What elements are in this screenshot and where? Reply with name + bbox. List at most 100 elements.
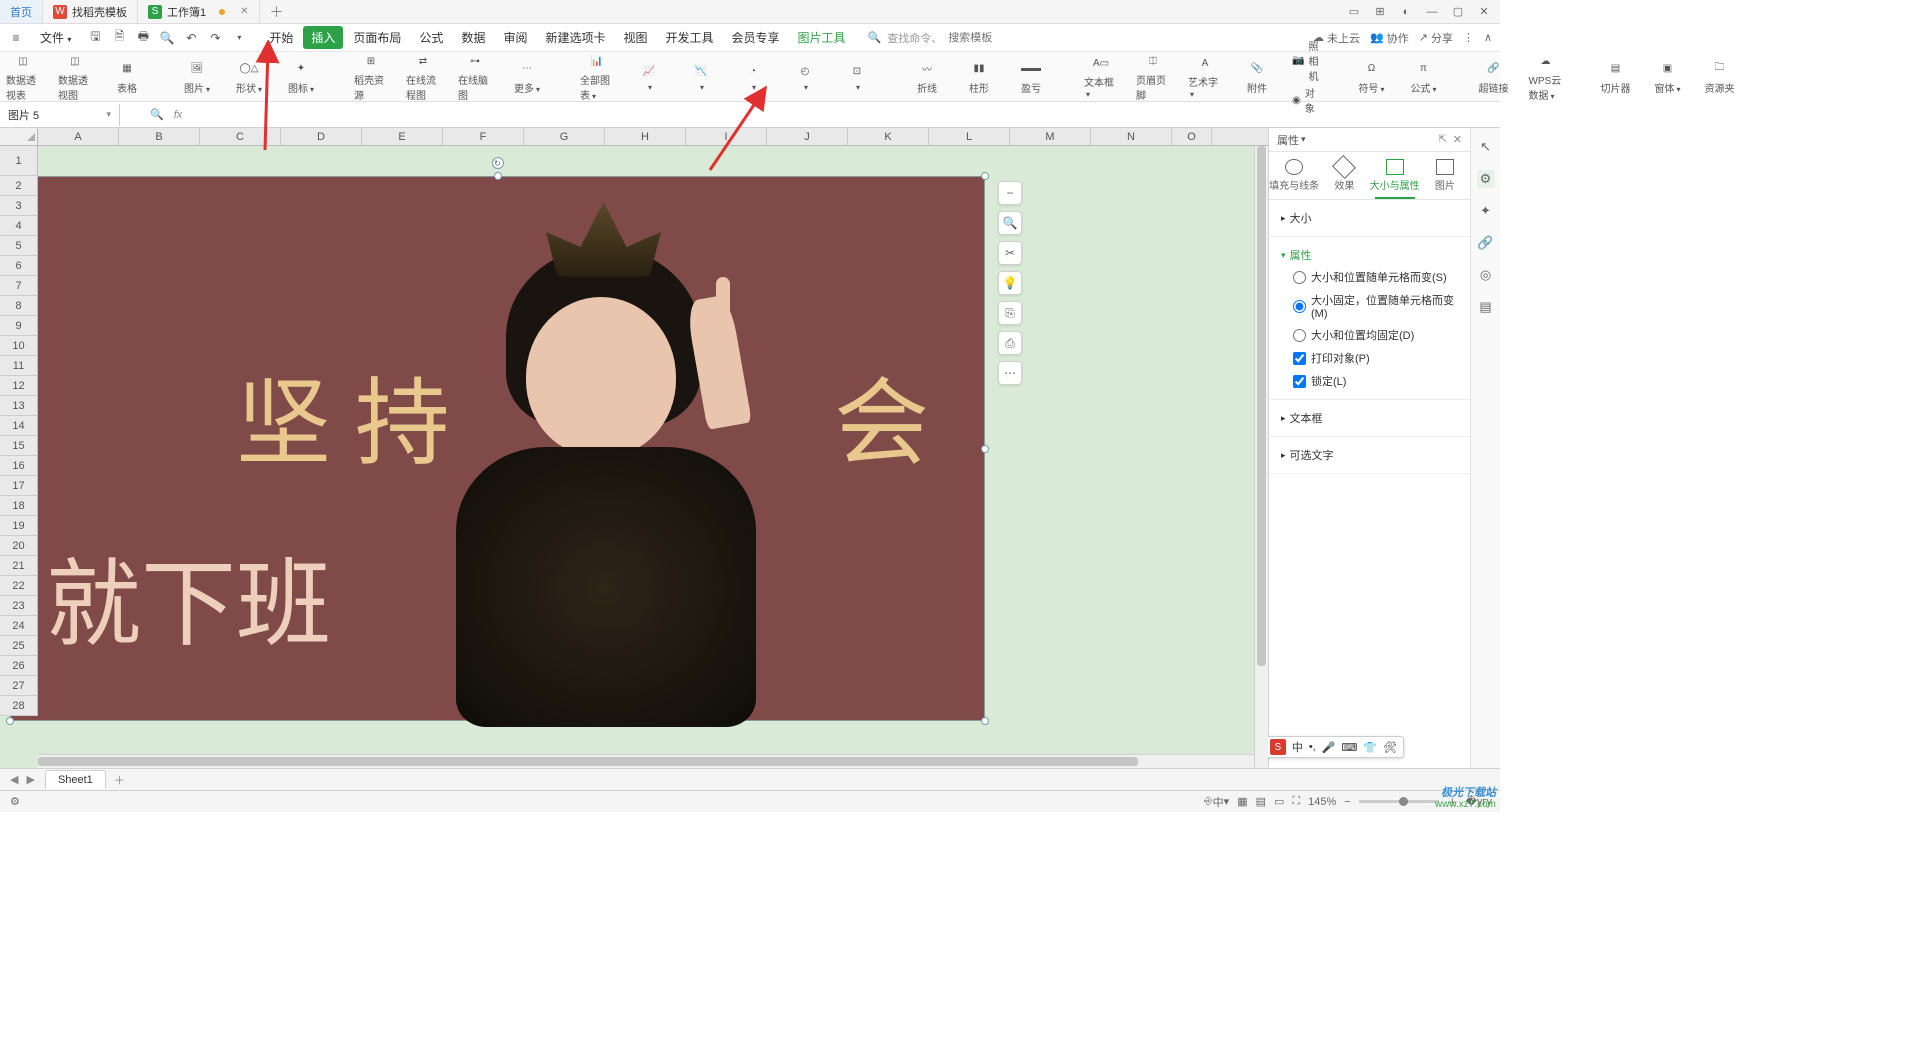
chk-print[interactable]: 打印对象(P)	[1293, 350, 1458, 366]
row-header[interactable]: 7	[0, 276, 37, 296]
panel-close-icon[interactable]: ✕	[1453, 133, 1462, 146]
view-reading-icon[interactable]: ▭	[1274, 795, 1284, 808]
row-header[interactable]: 5	[0, 236, 37, 256]
row-header[interactable]: 18	[0, 496, 37, 516]
tab-size-props[interactable]: 大小与属性	[1370, 152, 1420, 199]
section-textbox[interactable]: ▸文本框	[1269, 400, 1470, 437]
section-props-header[interactable]: ▾属性	[1281, 247, 1458, 263]
ribbon-flowchart[interactable]: ⇄在线流程图	[406, 51, 440, 102]
tab-effects[interactable]: 效果	[1319, 152, 1369, 199]
ime-indicator[interactable]: ⎆ 中 ▾	[1204, 794, 1229, 810]
menu-data[interactable]: 数据	[453, 26, 493, 49]
row-header[interactable]: 4	[0, 216, 37, 236]
float-more-icon[interactable]: ⋯	[998, 361, 1022, 385]
tab-workbook[interactable]: S 工作簿1 ✕	[138, 0, 260, 23]
add-sheet-icon[interactable]: ＋	[106, 772, 133, 788]
settings-tool-icon[interactable]: ⚙	[1477, 170, 1495, 188]
ribbon-sparkline-winloss[interactable]: ▬▬盈亏	[1014, 59, 1048, 95]
qat-dropdown-icon[interactable]: ▾	[231, 30, 247, 46]
col-header[interactable]: L	[929, 128, 1010, 145]
section-alttext[interactable]: ▸可选文字	[1269, 437, 1470, 474]
row-header[interactable]: 17	[0, 476, 37, 496]
ribbon-hyperlink[interactable]: 🔗超链接	[1476, 59, 1510, 95]
sheet-nav-next[interactable]: ▶	[22, 773, 38, 786]
ribbon-wordart[interactable]: A艺术字▾	[1188, 53, 1222, 100]
resize-handle[interactable]	[981, 445, 989, 453]
user-icon[interactable]: ◐	[1396, 2, 1416, 22]
resize-handle[interactable]	[981, 717, 989, 725]
ribbon-chart4[interactable]: ◴▾	[788, 62, 822, 92]
ribbon-table[interactable]: ▦表格	[110, 59, 144, 95]
select-tool-icon[interactable]: ↖	[1477, 138, 1495, 156]
col-header[interactable]: D	[281, 128, 362, 145]
col-header[interactable]: O	[1172, 128, 1212, 145]
col-header[interactable]: N	[1091, 128, 1172, 145]
sheet-area[interactable]: A B C D E F G H I J K L M N O 1 2 3 4 5 …	[0, 128, 1268, 768]
float-export-icon[interactable]: ⎙	[998, 331, 1022, 355]
resize-handle[interactable]	[6, 717, 14, 725]
ribbon-chart2[interactable]: 📉▾	[684, 62, 718, 92]
menu-newtab[interactable]: 新建选项卡	[537, 26, 613, 49]
ribbon-chart1[interactable]: 📈▾	[632, 62, 666, 92]
sheet-nav-prev[interactable]: ◀	[6, 773, 22, 786]
menu-layout[interactable]: 页面布局	[345, 26, 409, 49]
opt-move-only[interactable]: 大小固定，位置随单元格而变(M)	[1293, 292, 1458, 320]
saveas-icon[interactable]: 🗎	[111, 30, 127, 46]
row-header[interactable]: 3	[0, 196, 37, 216]
file-menu[interactable]: 文件 ▾	[32, 26, 79, 49]
row-header[interactable]: 9	[0, 316, 37, 336]
ribbon-chart3[interactable]: ◔▾	[736, 62, 770, 92]
ime-skin-icon[interactable]: 👕	[1363, 741, 1377, 754]
row-header[interactable]: 20	[0, 536, 37, 556]
row-header[interactable]: 10	[0, 336, 37, 356]
menu-icon[interactable]: ≡	[8, 30, 24, 46]
menu-dev[interactable]: 开发工具	[658, 26, 722, 49]
ribbon-camera[interactable]: 📷照相机	[1292, 38, 1318, 83]
float-crop-icon[interactable]: ✂	[998, 241, 1022, 265]
more-icon[interactable]: ⋮	[1463, 31, 1474, 44]
col-header[interactable]: I	[686, 128, 767, 145]
chk-lock[interactable]: 锁定(L)	[1293, 373, 1458, 389]
status-settings-icon[interactable]: ⚙	[10, 795, 20, 808]
undo-icon[interactable]: ↶	[183, 30, 199, 46]
fx-label[interactable]: fx	[174, 109, 183, 121]
opt-fixed[interactable]: 大小和位置均固定(D)	[1293, 327, 1458, 343]
ribbon-wps-cloud[interactable]: ☁WPS云数据▾	[1528, 51, 1562, 102]
row-header[interactable]: 23	[0, 596, 37, 616]
menu-formula[interactable]: 公式	[411, 26, 451, 49]
tab-new[interactable]: ＋	[260, 0, 294, 23]
tab-picture[interactable]: 图片	[1420, 152, 1470, 199]
col-header[interactable]: A	[38, 128, 119, 145]
menu-insert[interactable]: 插入	[303, 26, 343, 49]
layout-icon[interactable]: ▭	[1344, 2, 1364, 22]
menu-view[interactable]: 视图	[615, 26, 655, 49]
ribbon-symbol[interactable]: Ω符号▾	[1354, 59, 1388, 95]
search-fn-icon[interactable]: 🔍	[150, 108, 164, 121]
zoom-value[interactable]: 145%	[1308, 796, 1336, 808]
ime-tool-icon[interactable]: 🛠	[1383, 741, 1397, 754]
ribbon-form[interactable]: ▣窗体▾	[1650, 59, 1684, 95]
col-header[interactable]: F	[443, 128, 524, 145]
row-header[interactable]: 24	[0, 616, 37, 636]
ribbon-resource[interactable]: 🗀资源夹	[1702, 59, 1736, 95]
collapse-ribbon-icon[interactable]: ∧	[1484, 31, 1492, 44]
view-normal-icon[interactable]: ▦	[1237, 795, 1247, 808]
minimize-icon[interactable]: —	[1422, 2, 1442, 22]
command-search[interactable]: 🔍 查找命令、	[868, 30, 1049, 46]
name-box[interactable]: 图片 5▾	[0, 104, 120, 126]
zoom-slider[interactable]	[1359, 800, 1439, 803]
col-header[interactable]: M	[1010, 128, 1091, 145]
ribbon-chart5[interactable]: ⊡▾	[840, 62, 874, 92]
col-header[interactable]: H	[605, 128, 686, 145]
apps-icon[interactable]: ⊞	[1370, 2, 1390, 22]
row-header[interactable]: 28	[0, 696, 37, 716]
view-fullscreen-icon[interactable]: ⛶	[1292, 795, 1300, 808]
row-header[interactable]: 12	[0, 376, 37, 396]
tab-fill-line[interactable]: 填充与线条	[1269, 152, 1319, 199]
redo-icon[interactable]: ↷	[207, 30, 223, 46]
resize-handle[interactable]	[494, 172, 502, 180]
row-header[interactable]: 16	[0, 456, 37, 476]
ribbon-picture[interactable]: 🖼图片▾	[180, 59, 214, 95]
row-header[interactable]: 6	[0, 256, 37, 276]
col-header[interactable]: C	[200, 128, 281, 145]
